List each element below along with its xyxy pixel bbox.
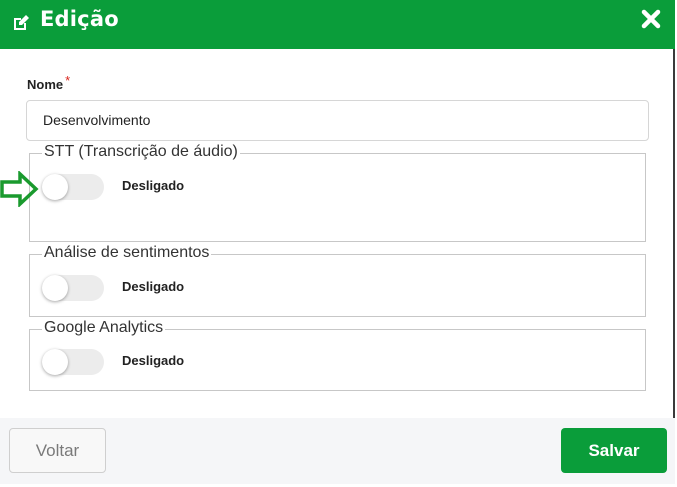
stt-fieldset: STT (Transcrição de áudio) Desligado — [29, 143, 646, 242]
analytics-fieldset: Google Analytics Desligado — [29, 319, 646, 391]
modal-header: Edição — [0, 0, 675, 49]
stt-status: Desligado — [122, 178, 185, 193]
toggle-knob — [42, 275, 68, 301]
sentiment-fieldset: Análise de sentimentos Desligado — [29, 244, 646, 317]
name-input[interactable]: Desenvolvimento — [26, 100, 649, 141]
analytics-status: Desligado — [122, 353, 185, 368]
toggle-knob — [42, 174, 68, 200]
stt-legend: STT (Transcrição de áudio) — [42, 143, 240, 161]
sentiment-toggle[interactable] — [42, 275, 104, 301]
save-button[interactable]: Salvar — [561, 428, 667, 473]
close-icon[interactable] — [641, 9, 661, 29]
analytics-toggle[interactable] — [42, 349, 104, 375]
modal-title: Edição — [40, 7, 119, 31]
edit-modal: Edição Nome * Desenvolvimento STT (Transc… — [0, 0, 675, 484]
arrow-right-outline-icon — [0, 169, 40, 209]
sentiment-status: Desligado — [122, 279, 185, 294]
stt-toggle[interactable] — [42, 174, 104, 200]
required-asterisk: * — [65, 73, 71, 88]
modal-footer: Voltar Salvar — [0, 418, 675, 484]
back-button[interactable]: Voltar — [9, 428, 106, 473]
sentiment-legend: Análise de sentimentos — [42, 244, 212, 262]
toggle-knob — [42, 349, 68, 375]
name-label: Nome * — [27, 73, 71, 92]
edit-icon — [11, 13, 31, 33]
analytics-legend: Google Analytics — [42, 319, 166, 337]
